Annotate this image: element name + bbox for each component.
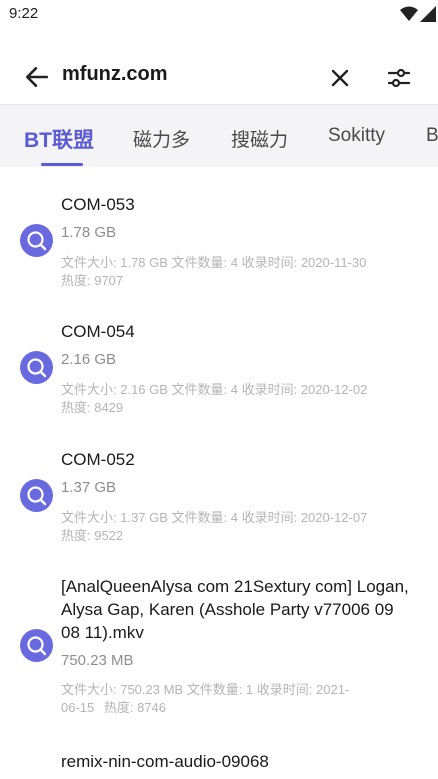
result-size: 2.16 GB	[61, 351, 117, 368]
list-item[interactable]: remix-nin-com-audio-09068	[0, 730, 438, 779]
magnet-search-icon	[20, 224, 53, 257]
back-arrow-icon[interactable]	[24, 64, 50, 90]
result-title: COM-052	[61, 450, 135, 469]
wifi-icon	[400, 6, 418, 21]
magnet-search-icon	[20, 479, 53, 512]
result-title: COM-053	[61, 195, 135, 214]
result-heat: 热度: 8429	[61, 400, 124, 415]
tune-icon[interactable]	[386, 65, 412, 91]
result-meta-line: 文件大小: 1.37 GB 文件数量: 4 收录时间: 2020-12-07	[61, 510, 368, 525]
tab-sokitty[interactable]: Sokitty	[328, 125, 385, 147]
result-title: [AnalQueenAlysa com 21Sextury com] Logan…	[61, 577, 409, 642]
search-bar: mfunz.com	[0, 48, 438, 104]
list-item[interactable]: [AnalQueenAlysa com 21Sextury com] Logan…	[0, 550, 438, 730]
status-time: 9:22	[9, 5, 39, 22]
list-item[interactable]: COM-053 1.78 GB 文件大小: 1.78 GB 文件数量: 4 收录…	[0, 166, 438, 294]
result-size: 1.37 GB	[61, 479, 117, 496]
list-item[interactable]: COM-054 2.16 GB 文件大小: 2.16 GB 文件数量: 4 收录…	[0, 294, 438, 422]
result-meta: 文件大小: 1.78 GB 文件数量: 4 收录时间: 2020-11-30 热…	[61, 254, 421, 290]
result-meta: 文件大小: 2.16 GB 文件数量: 4 收录时间: 2020-12-02 热…	[61, 381, 421, 417]
result-heat: 热度: 8746	[103, 700, 167, 715]
result-size: 1.78 GB	[61, 224, 117, 241]
tab-bt-lianmeng[interactable]: BT联盟	[24, 124, 94, 154]
tab-more[interactable]: B	[426, 125, 438, 147]
tab-cilido[interactable]: 磁力多	[133, 125, 190, 152]
result-list: COM-053 1.78 GB 文件大小: 1.78 GB 文件数量: 4 收录…	[0, 166, 438, 779]
status-bar: 9:22	[0, 0, 438, 30]
result-meta: 文件大小: 750.23 MB 文件数量: 1 收录时间: 2021-06-15…	[61, 681, 351, 717]
magnet-search-icon	[20, 629, 53, 662]
result-meta-line: 文件大小: 2.16 GB 文件数量: 4 收录时间: 2020-12-02	[61, 382, 368, 397]
search-query[interactable]: mfunz.com	[62, 63, 168, 86]
list-item[interactable]: COM-052 1.37 GB 文件大小: 1.37 GB 文件数量: 4 收录…	[0, 422, 438, 550]
result-meta-line: 文件大小: 750.23 MB 文件数量: 1 收录时间: 2021-06-15…	[61, 682, 350, 715]
result-title: remix-nin-com-audio-09068	[61, 752, 269, 771]
source-tabs: BT联盟 磁力多 搜磁力 Sokitty B	[0, 104, 438, 167]
result-heat: 热度: 9522	[61, 528, 124, 543]
result-heat: 热度: 9707	[61, 273, 124, 288]
result-title: COM-054	[61, 322, 135, 341]
tab-soucili[interactable]: 搜磁力	[231, 125, 288, 152]
magnet-search-icon	[20, 351, 53, 384]
result-meta-line: 文件大小: 1.78 GB 文件数量: 4 收录时间: 2020-11-30	[61, 255, 367, 270]
result-size: 750.23 MB	[61, 652, 134, 669]
close-icon[interactable]	[328, 66, 352, 90]
result-meta: 文件大小: 1.37 GB 文件数量: 4 收录时间: 2020-12-07 热…	[61, 509, 421, 545]
signal-icon	[420, 6, 436, 22]
